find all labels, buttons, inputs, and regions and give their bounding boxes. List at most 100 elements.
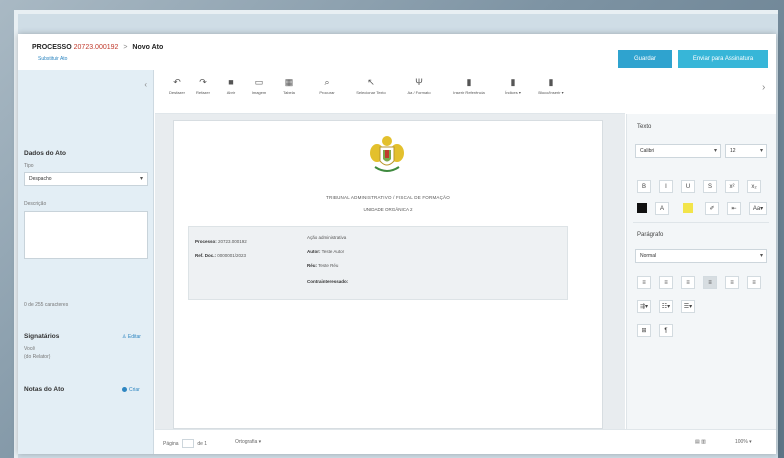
folder-icon: ■ (228, 77, 234, 87)
font-color-button[interactable]: A (655, 202, 669, 215)
user-icon: ♙ (122, 334, 127, 340)
save-button[interactable]: Guardar (618, 50, 672, 68)
coat-of-arms-icon (370, 136, 404, 172)
font-size-select[interactable]: 12 ▾ (725, 144, 767, 158)
author-line: Autor: Teste Autor (307, 249, 345, 254)
breadcrumb: PROCESSO 20723.000192 > Novo Ato (32, 44, 163, 51)
toolbar-button-table[interactable]: ▦ Tabela (269, 76, 309, 95)
breadcrumb-current: Novo Ato (132, 44, 164, 51)
edit-signatories-link[interactable]: ♙ Editar (122, 334, 141, 340)
toolbar-button-text-format[interactable]: Ψ Aa / Formato (399, 76, 439, 95)
paragraph-style-value: Normal (640, 253, 657, 259)
breadcrumb-process-number[interactable]: 20723.000192 (74, 44, 119, 51)
case-button[interactable]: Aa▾ (749, 202, 767, 215)
toolbar-button-cursor[interactable]: ↖ Selecionar Texto (351, 76, 391, 95)
zoom-dropdown[interactable]: 100% ▾ (735, 439, 752, 445)
collapse-sidebar-icon[interactable]: ‹ (144, 80, 147, 89)
send-for-signature-button[interactable]: Enviar para Assinatura (678, 50, 768, 68)
signatory-name: Você (24, 346, 36, 352)
indent-button[interactable]: ≡ (725, 276, 739, 289)
bold-button[interactable]: B (637, 180, 651, 193)
type-label: Tipo (24, 163, 34, 169)
align-left-button[interactable]: ≡ (637, 276, 651, 289)
pilcrow-button[interactable]: ¶ (659, 324, 673, 337)
paragraph-section-title: Parágrafo (637, 232, 664, 238)
document-page[interactable]: TRIBUNAL ADMINISTRATIVO / FISCAL DE FORM… (173, 120, 603, 429)
italic-button[interactable]: I (659, 180, 673, 193)
text-color-swatch[interactable] (637, 203, 647, 213)
page-input[interactable] (181, 439, 194, 448)
toolbar-label: Selecionar Texto (356, 90, 386, 95)
table-button[interactable]: ⊞ (637, 324, 651, 337)
justify-button[interactable]: ≡ (703, 276, 717, 289)
type-select-value: Despacho (29, 176, 52, 182)
align-right-button[interactable]: ≡ (681, 276, 695, 289)
toolbar-label: Procurar (319, 90, 335, 95)
undo-icon: ↶ (173, 77, 181, 87)
insert-block-icon: ▮ (548, 77, 554, 87)
reference-line: Ref. Doc.: 0000001/2023 (195, 253, 247, 258)
editor-window: PROCESSO 20723.000192 > Novo Ato Substit… (18, 34, 776, 454)
highlight-pen-button[interactable]: ✐ (705, 202, 719, 215)
toolbar-label: Bloco/Inserir ▾ (538, 90, 564, 95)
char-counter: 0 de 255 caracteres (24, 302, 69, 308)
underline-button[interactable]: U (681, 180, 695, 193)
text-format-icon: Ψ (415, 77, 423, 87)
chevron-right-icon[interactable]: › (762, 82, 765, 93)
notes-title: Notas do Ato (24, 386, 65, 393)
create-note-link[interactable]: Criar (122, 387, 140, 393)
align-center-button[interactable]: ≡ (659, 276, 673, 289)
font-family-select[interactable]: Calibri ▾ (635, 144, 721, 158)
toolbar-button-reference[interactable]: ▮ Inserir Referência (449, 76, 489, 95)
defendant-line: Réu: Teste Réu (307, 263, 339, 268)
clear-format-button[interactable]: ⇤ (727, 202, 741, 215)
divider (633, 222, 769, 223)
toolbar-label: Refazer (195, 90, 210, 95)
highlight-color-swatch[interactable] (683, 203, 693, 213)
status-bar: Página de 1 Ortografia ▾ ▤ ▥ 100% ▾ (155, 429, 776, 454)
toolbar-label: Abrir (226, 90, 236, 95)
toolbar-button-search[interactable]: ⌕ Procurar (307, 76, 347, 95)
indexes-icon: ▮ (510, 77, 516, 87)
organization-line-2: UNIDADE ORGÂNICA 2 (363, 207, 413, 212)
signatory-role: (do Relator) (24, 354, 51, 360)
numbered-list-button[interactable]: ⇶▾ (637, 300, 651, 313)
outline-list-button[interactable]: ☰▾ (681, 300, 695, 313)
chevron-down-icon: ▾ (139, 176, 143, 182)
toolbar-button-insert-block[interactable]: ▮ Bloco/Inserir ▾ (531, 76, 571, 95)
signatories-title: Signatários (24, 333, 60, 340)
strikethrough-button[interactable]: S (703, 180, 717, 193)
superscript-button[interactable]: x² (725, 180, 739, 193)
view-mode-icons[interactable]: ▤ ▥ (695, 439, 706, 445)
process-info-box: Processo: 20723.000192 Ref. Doc.: 000000… (188, 226, 568, 300)
image-icon: ▭ (254, 77, 264, 87)
toolbar-button-indexes[interactable]: ▮ Índices ▾ (493, 76, 533, 95)
font-size-value: 12 (730, 148, 736, 154)
bullet-list-button[interactable]: ☷▾ (659, 300, 673, 313)
search-icon: ⌕ (324, 77, 330, 87)
sidebar: ‹ Dados do Ato Tipo Despacho ▾ Descrição… (18, 70, 154, 454)
paragraph-style-select[interactable]: Normal ▾ (635, 249, 767, 263)
header-bar: PROCESSO 20723.000192 > Novo Ato Substit… (18, 34, 776, 70)
outdent-button[interactable]: ≡ (747, 276, 761, 289)
table-icon: ▦ (284, 77, 294, 87)
page-indicator: Página de 1 (163, 439, 208, 448)
action-line: Ação administrativa (307, 235, 347, 240)
replace-act-link[interactable]: Substituir Ato (38, 56, 67, 62)
editor-toolbar: ↶ Desfazer ↷ Refazer ■ Abrir ▭ Imagem ▦ Tabela ⌕ Pr… (155, 70, 625, 114)
chevron-down-icon: ▾ (759, 253, 763, 259)
breadcrumb-separator: > (123, 44, 128, 51)
chevron-down-icon: ▾ (759, 148, 763, 154)
redo-icon: ↷ (199, 77, 207, 87)
type-select[interactable]: Despacho ▾ (24, 172, 148, 186)
cursor-icon: ↖ (367, 77, 375, 87)
description-textarea[interactable] (24, 211, 148, 259)
reference-icon: ▮ (466, 77, 472, 87)
toolbar-label: Inserir Referência (453, 90, 485, 95)
toolbar-label: Imagem (251, 90, 267, 95)
counterparty-line: Contrainteressado: (307, 279, 349, 284)
subscript-button[interactable]: x₂ (747, 180, 761, 193)
breadcrumb-root[interactable]: PROCESSO (32, 44, 72, 51)
document-area: TRIBUNAL ADMINISTRATIVO / FISCAL DE FORM… (155, 114, 625, 429)
spellcheck-dropdown[interactable]: Ortografia ▾ (235, 439, 261, 445)
